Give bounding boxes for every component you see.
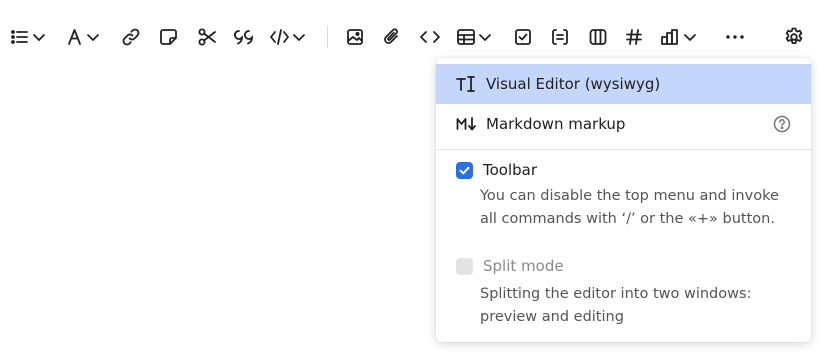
quote-icon[interactable]	[232, 24, 256, 50]
split-mode-option-title: Split mode	[483, 257, 564, 275]
settings-icon[interactable]	[782, 24, 806, 50]
note-icon[interactable]	[158, 24, 180, 50]
chart-icon[interactable]	[660, 24, 700, 50]
columns-icon[interactable]	[587, 24, 609, 50]
toolbar-option-description: You can disable the top menu and invoke …	[480, 188, 779, 227]
toolbar-separator	[327, 26, 328, 48]
menu-divider	[436, 149, 811, 150]
list-icon[interactable]	[10, 24, 48, 50]
inline-code-icon[interactable]	[418, 24, 442, 50]
text-style-icon[interactable]	[67, 24, 103, 50]
checkbox-icon[interactable]	[512, 24, 534, 50]
attachment-icon[interactable]	[381, 24, 403, 50]
editor-toolbar	[0, 18, 840, 56]
code-block-icon[interactable]	[269, 24, 309, 50]
text-cursor-icon	[456, 75, 478, 93]
form-icon[interactable]	[549, 24, 571, 50]
mode-markdown-label: Markdown markup	[486, 115, 626, 133]
markdown-icon	[456, 115, 478, 133]
editor-settings-menu: Visual Editor (wysiwyg) Markdown markup …	[436, 58, 811, 342]
toolbar-checkbox[interactable]	[456, 162, 473, 179]
more-icon[interactable]	[723, 24, 747, 50]
mode-visual-editor-label: Visual Editor (wysiwyg)	[486, 75, 661, 93]
split-mode-option-description: Splitting the editor into two windows: p…	[480, 286, 752, 325]
mode-visual-editor[interactable]: Visual Editor (wysiwyg)	[436, 64, 811, 104]
toolbar-option-title: Toolbar	[483, 161, 538, 179]
hash-icon[interactable]	[623, 24, 645, 50]
table-icon[interactable]	[456, 24, 494, 50]
cut-icon[interactable]	[196, 24, 218, 50]
mode-markdown[interactable]: Markdown markup	[436, 104, 811, 144]
image-icon[interactable]	[344, 24, 366, 50]
link-icon[interactable]	[120, 24, 142, 50]
help-icon[interactable]	[773, 115, 791, 133]
split-mode-checkbox[interactable]	[456, 258, 473, 275]
